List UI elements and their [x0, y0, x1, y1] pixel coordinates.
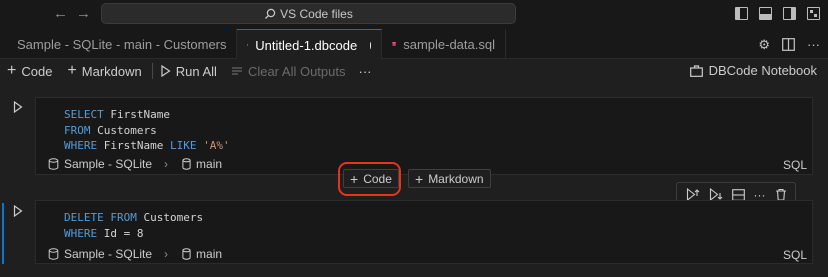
kernel-picker[interactable]: DBCode Notebook — [689, 63, 817, 78]
schema-label[interactable]: main — [196, 247, 222, 261]
schema-label[interactable]: main — [196, 157, 222, 171]
toolbar-more-button[interactable]: ··· — [358, 64, 371, 79]
connection-label[interactable]: Sample - SQLite — [64, 247, 152, 261]
gear-icon[interactable]: ⚙ — [758, 37, 770, 53]
customize-layout-icon[interactable] — [807, 7, 820, 20]
add-code-cell-button[interactable]: + Code — [7, 62, 53, 79]
command-center-search[interactable]: VS Code files — [101, 3, 516, 24]
annotation-highlight-ring — [338, 162, 401, 196]
run-all-icon — [161, 65, 171, 77]
cell-focus-indicator — [2, 203, 4, 264]
run-cell-1-button[interactable] — [13, 100, 23, 116]
toggle-secondary-sidebar-icon[interactable] — [783, 7, 796, 20]
kernel-label: DBCode Notebook — [708, 63, 817, 78]
kw-where: WHERE — [64, 139, 98, 152]
search-label: VS Code files — [280, 6, 353, 21]
cell-language-label[interactable]: SQL — [783, 158, 807, 172]
unsaved-dot-icon[interactable] — [370, 41, 371, 49]
tab-label: sample-data.sql — [403, 36, 495, 52]
editor-tab-bar: Sample - SQLite - main - Customers Untit… — [0, 29, 828, 60]
chevron-right-icon: › — [164, 157, 169, 171]
code-cell-1[interactable]: SELECT FirstName FROM Customers WHERE Fi… — [35, 97, 813, 175]
plus-icon: + — [7, 62, 17, 79]
database-icon — [48, 248, 59, 260]
search-icon — [265, 8, 276, 19]
tab-customers-table[interactable]: Sample - SQLite - main - Customers — [0, 29, 237, 59]
tab-untitled-dbcode[interactable]: Untitled-1.dbcode — [237, 29, 382, 60]
add-code-label: Code — [21, 63, 53, 79]
kw-where: WHERE — [64, 226, 98, 240]
toggle-panel-icon[interactable] — [759, 7, 772, 20]
more-actions-icon[interactable]: ··· — [807, 37, 820, 53]
kw-delete: DELETE — [64, 211, 104, 224]
code-line: DELETE FROM Customers — [64, 211, 204, 224]
notebook-icon — [247, 44, 249, 46]
clear-outputs-icon — [231, 67, 242, 75]
split-editor-icon[interactable] — [782, 38, 795, 51]
back-arrow-icon[interactable]: ← — [53, 6, 68, 22]
insert-markdown-cell-button[interactable]: + Markdown — [408, 169, 491, 188]
run-all-button[interactable]: Run All — [160, 64, 217, 79]
title-bar: ← → VS Code files — [0, 0, 828, 29]
cell-1-editor[interactable]: SELECT FirstName FROM Customers WHERE Fi… — [64, 107, 230, 154]
kw-like: LIKE — [169, 139, 197, 152]
run-all-label: Run All — [175, 63, 217, 79]
code-line: FROM Customers — [64, 123, 157, 137]
database-icon — [392, 41, 396, 47]
cell-2-editor[interactable]: DELETE FROM Customers WHERE Id = 8 — [64, 210, 203, 241]
chevron-right-icon: › — [164, 247, 169, 261]
insert-markdown-label: Markdown — [428, 171, 484, 186]
more-icon: ··· — [358, 63, 372, 79]
add-markdown-cell-button[interactable]: + Markdown — [67, 62, 142, 79]
kw-select: SELECT — [64, 108, 104, 121]
code-cell-2[interactable]: DELETE FROM Customers WHERE Id = 8 Sampl… — [35, 200, 813, 264]
kw-from: FROM — [110, 211, 137, 224]
plus-icon: + — [415, 170, 424, 187]
code-line: WHERE Id = 8 — [64, 226, 144, 240]
split-cell-icon[interactable] — [731, 188, 745, 201]
connection-label[interactable]: Sample - SQLite — [64, 157, 152, 171]
database-icon — [48, 158, 59, 170]
run-cell-2-button[interactable] — [13, 204, 23, 220]
schema-icon — [182, 158, 191, 170]
toolbar-divider — [151, 63, 153, 79]
plus-icon: + — [67, 62, 77, 79]
schema-icon — [182, 248, 191, 260]
cell-2-status-bar: Sample - SQLite › main — [48, 247, 222, 261]
play-icon — [13, 100, 23, 114]
cell-1-status-bar: Sample - SQLite › main — [48, 157, 222, 171]
clear-outputs-label: Clear All Outputs — [247, 63, 346, 79]
editor-actions: ⚙ ··· — [758, 37, 820, 53]
cell-language-label[interactable]: SQL — [783, 248, 807, 262]
forward-arrow-icon[interactable]: → — [76, 6, 91, 22]
tab-sample-data-sql[interactable]: sample-data.sql — [382, 29, 506, 59]
kw-from: FROM — [64, 123, 91, 137]
tab-label: Untitled-1.dbcode — [255, 37, 358, 53]
briefcase-icon — [689, 64, 703, 77]
code-line: WHERE FirstName LIKE 'A%' — [64, 139, 230, 152]
notebook-toolbar: + Code + Markdown Run All Clear All Outp… — [0, 59, 828, 83]
play-icon — [13, 204, 23, 218]
layout-controls — [735, 7, 820, 20]
clear-all-outputs-button[interactable]: Clear All Outputs — [231, 63, 346, 79]
tab-label: Sample - SQLite - main - Customers — [17, 36, 227, 52]
string-literal: 'A%' — [203, 139, 230, 152]
toggle-primary-sidebar-icon[interactable] — [735, 7, 748, 20]
code-line: SELECT FirstName — [64, 108, 170, 121]
add-markdown-label: Markdown — [81, 63, 142, 79]
